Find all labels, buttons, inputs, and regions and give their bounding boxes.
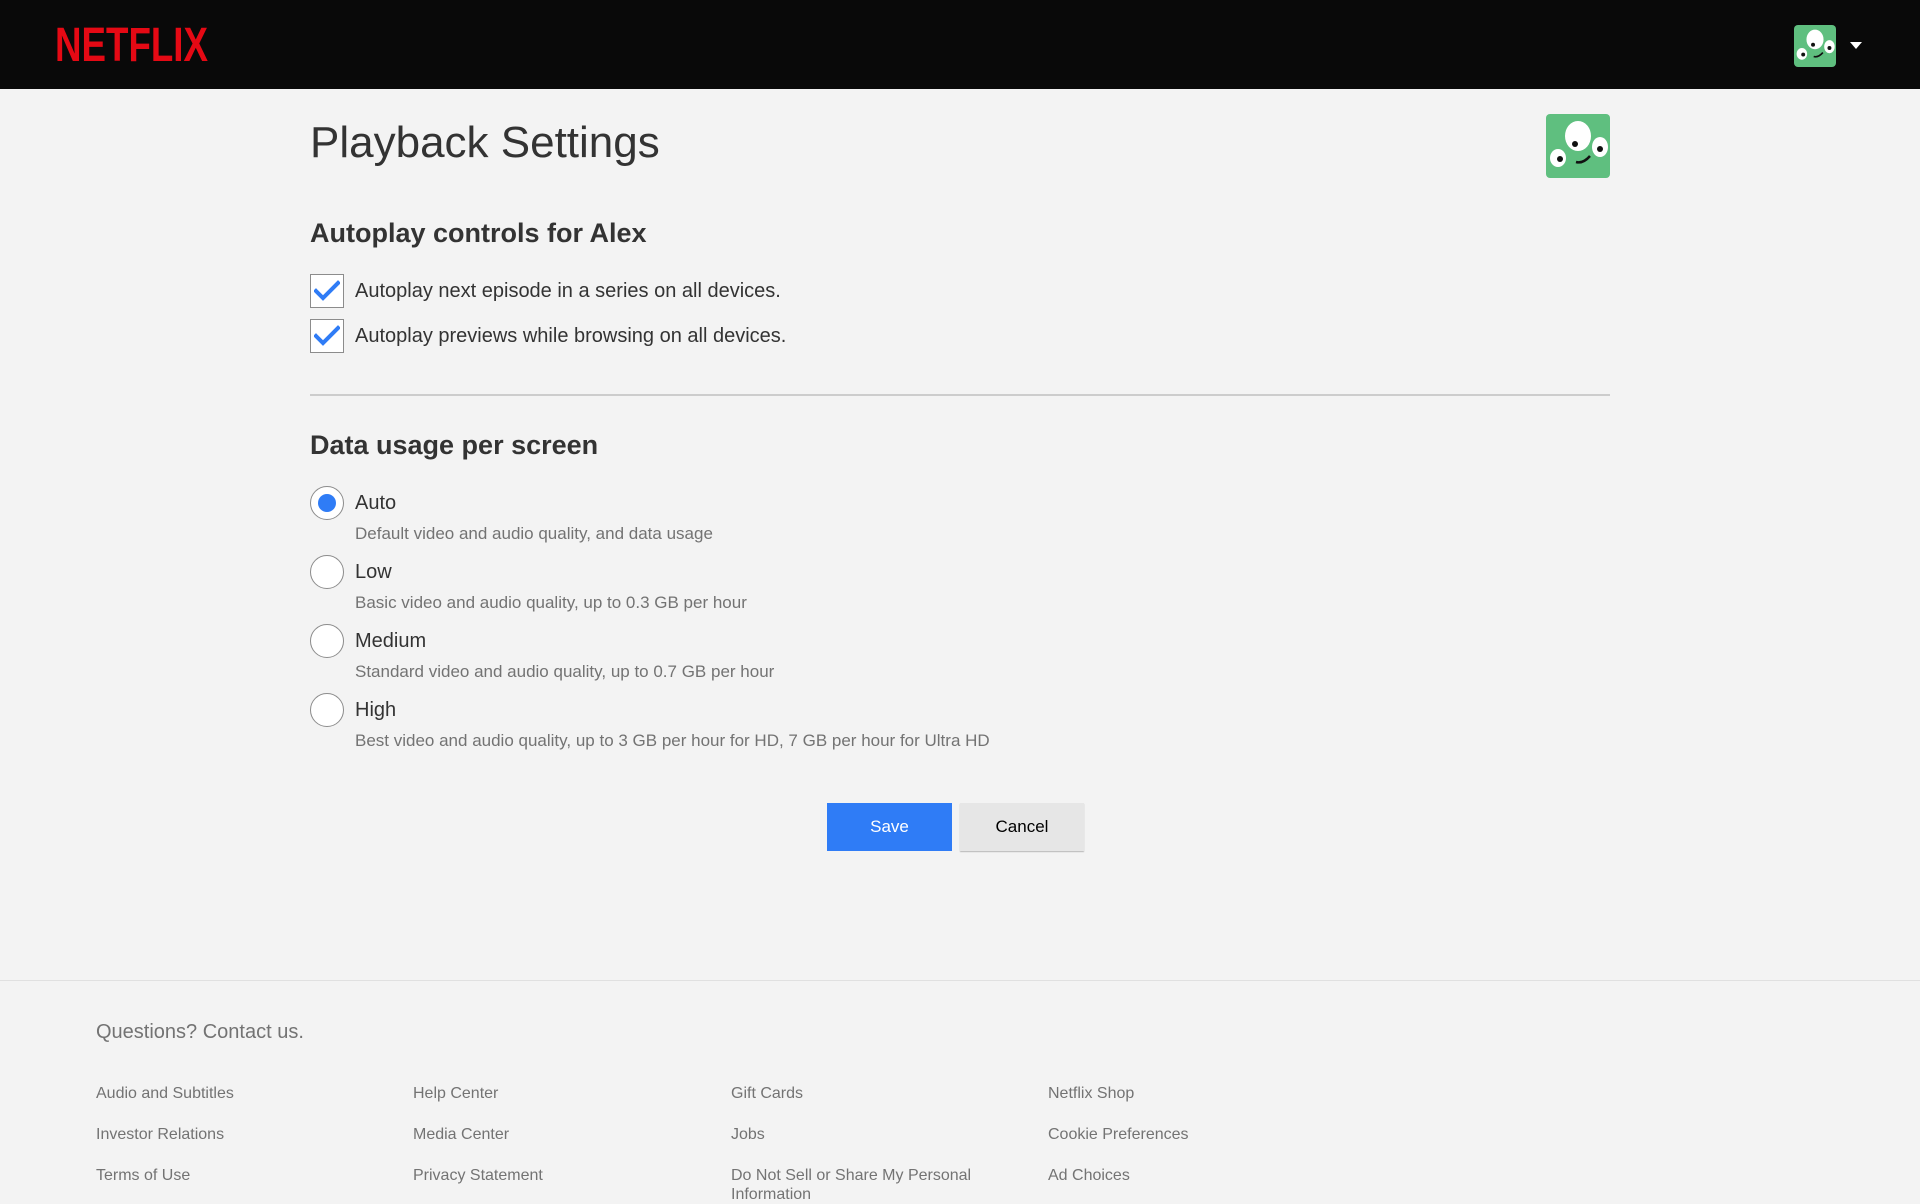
medium-radio[interactable] [310,624,344,658]
data-usage-option-high[interactable]: High [310,693,396,727]
checkmark-icon [314,325,340,346]
autoplay-previews-checkbox[interactable] [310,319,344,353]
save-button[interactable]: Save [827,803,952,851]
autoplay-next-episode-checkbox[interactable] [310,274,344,308]
data-usage-option-low[interactable]: Low [310,555,392,589]
autoplay-previews-option[interactable]: Autoplay previews while browsing on all … [310,319,786,353]
footer-contact-link[interactable]: Questions? Contact us. [96,1021,304,1044]
data-usage-option-auto[interactable]: Auto [310,486,396,520]
autoplay-next-episode-label: Autoplay next episode in a series on all… [355,279,781,302]
data-usage-section-title: Data usage per screen [310,430,599,460]
profile-avatar-button[interactable] [1794,25,1836,67]
footer-link-jobs[interactable]: Jobs [731,1125,991,1144]
avatar-icon [1546,114,1610,178]
profile-avatar [1546,114,1610,178]
cancel-button[interactable]: Cancel [960,803,1084,851]
radio-selected-dot [318,494,336,512]
footer-link-privacy-statement[interactable]: Privacy Statement [413,1166,673,1185]
footer-link-audio-subtitles[interactable]: Audio and Subtitles [96,1084,356,1103]
medium-description: Standard video and audio quality, up to … [355,662,775,681]
section-divider [310,394,1610,396]
footer-link-gift-cards[interactable]: Gift Cards [731,1084,991,1103]
low-radio[interactable] [310,555,344,589]
autoplay-previews-label: Autoplay previews while browsing on all … [355,324,787,347]
autoplay-next-episode-option[interactable]: Autoplay next episode in a series on all… [310,274,781,308]
low-label: Low [355,560,392,583]
footer-link-investor-relations[interactable]: Investor Relations [96,1125,356,1144]
netflix-logo-text: NETFLIX [55,21,208,65]
auto-description: Default video and audio quality, and dat… [355,524,713,543]
medium-label: Medium [355,629,427,652]
high-radio[interactable] [310,693,344,727]
page-title: Playback Settings [310,118,660,167]
footer-link-help-center[interactable]: Help Center [413,1084,673,1103]
top-nav-bar: NETFLIX [0,0,1920,89]
footer-link-terms-of-use[interactable]: Terms of Use [96,1166,356,1185]
footer-divider [0,980,1920,981]
caret-down-icon[interactable] [1848,38,1864,52]
netflix-logo[interactable]: NETFLIX [55,21,208,65]
footer-link-ad-choices[interactable]: Ad Choices [1048,1166,1308,1185]
checkmark-icon [314,280,340,301]
autoplay-section-title: Autoplay controls for Alex [310,218,647,248]
profile-avatar-icon [1794,25,1836,67]
low-description: Basic video and audio quality, up to 0.3… [355,593,747,612]
high-description: Best video and audio quality, up to 3 GB… [355,731,990,750]
footer-link-do-not-sell[interactable]: Do Not Sell or Share My Personal Informa… [731,1166,991,1204]
data-usage-option-medium[interactable]: Medium [310,624,426,658]
footer-link-media-center[interactable]: Media Center [413,1125,673,1144]
footer-link-netflix-shop[interactable]: Netflix Shop [1048,1084,1308,1103]
auto-radio[interactable] [310,486,344,520]
high-label: High [355,698,397,721]
auto-label: Auto [355,491,397,514]
footer-link-cookie-preferences[interactable]: Cookie Preferences [1048,1125,1308,1144]
